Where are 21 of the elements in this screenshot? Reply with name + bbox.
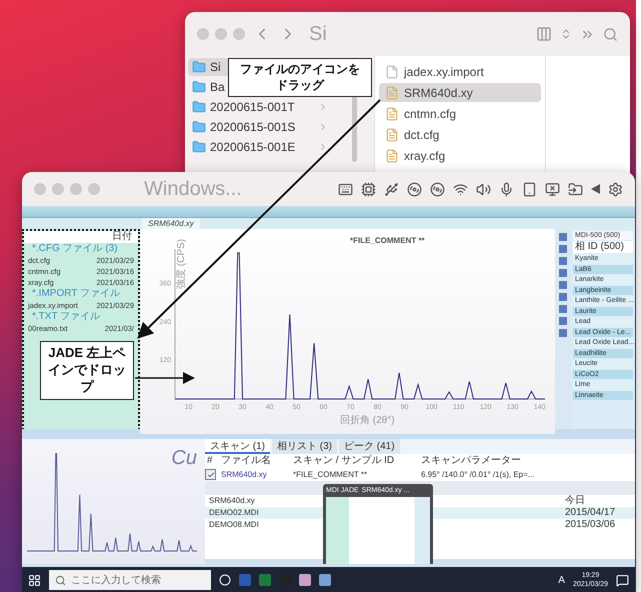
element-label: Cu <box>171 447 197 470</box>
group-label: *.TXT ファイル <box>31 311 102 323</box>
axis-label: 回折角 (2θ°) <box>340 415 395 426</box>
column-header: ファイル名 <box>220 454 272 468</box>
group-label: *.IMPORT ファイル <box>31 288 121 300</box>
column-header: スキャン / サンプル ID <box>292 454 396 468</box>
column-header: # <box>206 454 214 468</box>
group-label: *.CFG ファイル (3) <box>31 243 119 255</box>
column-header: スキャンパラメーター <box>420 454 522 468</box>
table-cell-text: SRM640d.xy <box>220 469 268 481</box>
table-cell-text: 6.95° /140.0° /0.01° /1(s), Ep=... <box>420 469 536 481</box>
column-header: 相 ID (500) <box>573 241 633 253</box>
axis-label: 強度 (CPS) <box>176 239 187 289</box>
window-title: Si <box>309 22 327 46</box>
callout-tooltip: ファイルのアイコンをドラッグ <box>228 58 372 98</box>
table-cell: 2015/04/17 <box>565 507 635 519</box>
callout-tooltip: JADE 左上ペインでドロップ <box>40 341 134 400</box>
chart-title: *FILE_COMMENT ** <box>350 236 425 245</box>
table-cell-text: *FILE_COMMENT ** <box>292 469 368 481</box>
window-title: Windows... <box>144 178 242 200</box>
column-header: 日付 <box>112 231 132 243</box>
